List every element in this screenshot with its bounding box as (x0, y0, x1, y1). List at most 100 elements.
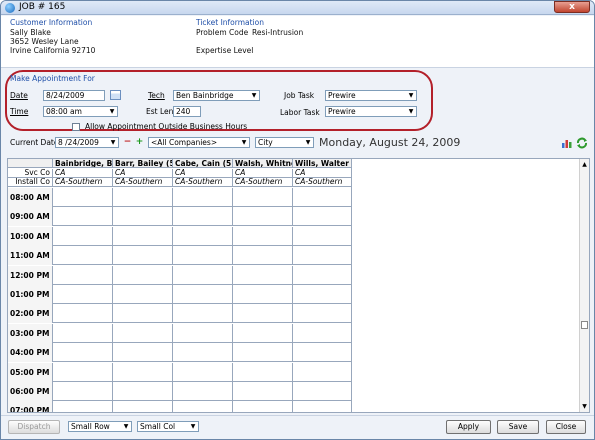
tech-column-header[interactable]: Bainbridge, Ben (53, 159, 113, 167)
tech-column-header[interactable]: Wills, Walter (293, 159, 351, 167)
tech-column-header[interactable]: Walsh, Whitney (233, 159, 293, 167)
col-size-select[interactable]: Small Col ▼ (137, 421, 199, 432)
time-slot-row[interactable]: 09:00 AM (8, 207, 351, 227)
refresh-icon[interactable] (576, 137, 588, 149)
time-slot-label: 09:00 AM (8, 207, 53, 227)
customer-address: 3652 Wesley Lane (10, 37, 79, 46)
column-divider (292, 304, 293, 324)
ticket-info-header: Ticket Information (196, 18, 264, 27)
est-len-field[interactable]: 240 (173, 106, 201, 117)
expertise-level-label: Expertise Level (196, 46, 254, 55)
job-task-label: Job Task (284, 91, 315, 100)
column-divider (232, 285, 233, 304)
time-slot-label: 03:00 PM (8, 323, 53, 343)
time-slot-label: 07:00 PM (8, 401, 53, 412)
window-close-button[interactable]: x (554, 1, 590, 13)
current-date-label: Current Date (10, 138, 59, 147)
column-divider (232, 188, 233, 207)
job-window: JOB # 165 x Customer Information Sally B… (0, 0, 595, 440)
current-date-select[interactable]: 8 /24/2009 ▼ (55, 137, 119, 148)
column-divider (232, 226, 233, 246)
time-slot-row[interactable]: 04:00 PM (8, 343, 351, 363)
close-button[interactable]: Close (546, 420, 586, 434)
time-slot-row[interactable]: 02:00 PM (8, 304, 351, 324)
scroll-up-icon[interactable]: ▲ (580, 160, 589, 169)
calendar-icon[interactable] (110, 90, 121, 100)
time-slot-row[interactable]: 07:00 PM (8, 401, 351, 412)
time-label: Time (10, 107, 29, 116)
tech-select-value: Ben Bainbridge (176, 91, 234, 100)
column-divider (172, 362, 173, 382)
column-divider (292, 323, 293, 343)
labor-task-value: Prewire (328, 107, 356, 116)
column-divider (172, 382, 173, 401)
column-divider (172, 188, 173, 207)
tech-column-header[interactable]: Cabe, Cain (5) (173, 159, 233, 167)
previous-day-button[interactable]: − (122, 137, 133, 147)
time-slot-label: 02:00 PM (8, 304, 53, 324)
schedule-toolbar: Current Date 8 /24/2009 ▼ − + <All Compan… (1, 135, 594, 151)
column-divider (232, 382, 233, 401)
info-panel: Customer Information Sally Blake 3652 We… (1, 16, 594, 68)
scroll-down-icon[interactable]: ▼ (580, 402, 589, 411)
chevron-down-icon: ▼ (109, 108, 115, 115)
column-divider (172, 285, 173, 304)
dispatch-button[interactable]: Dispatch (8, 420, 60, 434)
time-slot-row[interactable]: 06:00 PM (8, 382, 351, 401)
time-select-value: 08:00 am (46, 107, 82, 116)
svc-co-row: Svc Co CA CA CA CA CA (8, 169, 351, 178)
time-slot-label: 10:00 AM (8, 226, 53, 246)
job-task-select[interactable]: Prewire ▼ (325, 90, 417, 101)
install-co-cell: CA-Southern (173, 178, 233, 186)
column-divider (112, 323, 113, 343)
vertical-scrollbar[interactable]: ▲ ▼ (579, 159, 589, 412)
time-slot-row[interactable]: 12:00 PM (8, 265, 351, 285)
tech-select[interactable]: Ben Bainbridge ▼ (173, 90, 260, 101)
column-divider (112, 246, 113, 266)
company-select[interactable]: <All Companies> ▼ (148, 137, 250, 148)
svc-co-cell: CA (53, 169, 113, 177)
column-divider (232, 343, 233, 363)
column-divider (112, 304, 113, 324)
date-field-value: 8/24/2009 (46, 91, 85, 100)
column-divider (112, 226, 113, 246)
chevron-down-icon: ▼ (190, 423, 196, 430)
time-slot-row[interactable]: 10:00 AM (8, 226, 351, 246)
install-co-cell: CA-Southern (233, 178, 293, 186)
job-task-value: Prewire (328, 91, 356, 100)
time-select[interactable]: 08:00 am ▼ (43, 106, 118, 117)
date-label: Date (10, 91, 28, 100)
time-slot-row[interactable]: 08:00 AM (8, 188, 351, 207)
scroll-thumb[interactable] (581, 321, 588, 329)
column-divider (232, 207, 233, 227)
column-divider (172, 246, 173, 266)
allow-outside-hours-checkbox[interactable] (72, 123, 80, 131)
date-field[interactable]: 8/24/2009 (43, 90, 105, 101)
time-slot-label: 01:00 PM (8, 285, 53, 304)
column-divider (232, 323, 233, 343)
chevron-down-icon: ▼ (123, 423, 129, 430)
row-size-select[interactable]: Small Row ▼ (68, 421, 132, 432)
chart-icon[interactable] (561, 137, 573, 149)
chevron-down-icon: ▼ (408, 108, 414, 115)
column-divider (292, 188, 293, 207)
title-bar: JOB # 165 x (1, 1, 594, 15)
column-divider (112, 343, 113, 363)
grid-header-row: Bainbridge, Ben Barr, Bailey (5) Cabe, C… (8, 159, 351, 168)
time-slot-row[interactable]: 11:00 AM (8, 246, 351, 266)
tech-column-header[interactable]: Barr, Bailey (5) (113, 159, 173, 167)
column-divider (232, 246, 233, 266)
column-divider (172, 226, 173, 246)
next-day-button[interactable]: + (134, 137, 145, 147)
time-slot-row[interactable]: 03:00 PM (8, 323, 351, 343)
city-select[interactable]: City ▼ (255, 137, 314, 148)
appointment-panel: Make Appointment For Date 8/24/2009 Time… (1, 69, 594, 133)
labor-task-select[interactable]: Prewire ▼ (325, 106, 417, 117)
column-divider (232, 265, 233, 285)
time-slot-row[interactable]: 01:00 PM (8, 285, 351, 304)
save-button[interactable]: Save (497, 420, 539, 434)
apply-button[interactable]: Apply (446, 420, 491, 434)
column-divider (172, 401, 173, 412)
column-divider (232, 401, 233, 412)
time-slot-row[interactable]: 05:00 PM (8, 362, 351, 382)
